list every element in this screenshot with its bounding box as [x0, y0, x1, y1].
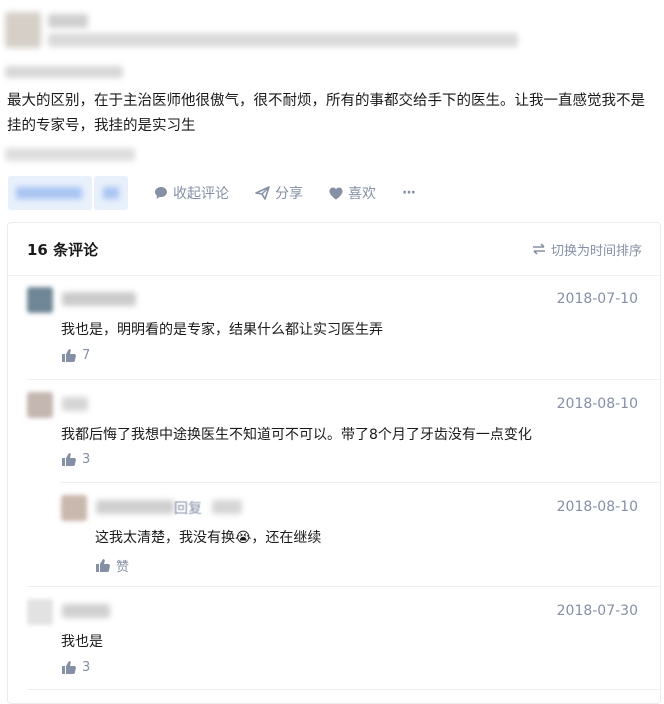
reply-item: 回复 2018-08-10 这我太清楚，我没有换😭，还在继续 赞: [8, 483, 660, 586]
comment-like-label: 赞: [116, 560, 130, 575]
comment-item: 2018-07-10 我也是，明明看的是专家，结果什么都让实习医生弄 7: [8, 275, 660, 379]
like-label: 喜欢: [348, 186, 376, 202]
upvote-summary: [5, 66, 123, 78]
comment-text: 我也是: [61, 634, 103, 650]
comment-date: 2018-07-30: [556, 603, 638, 619]
answer-body: 最大的区别，在于主治医师他很傲气，很不耐烦，所有的事都交给手下的医生。让我一直感…: [7, 93, 645, 134]
reply-username[interactable]: [96, 500, 174, 514]
vote-up-button[interactable]: [8, 176, 92, 210]
comment-date: 2018-08-10: [556, 396, 638, 412]
comment-text: 我也是，明明看的是专家，结果什么都让实习医生弄: [61, 322, 383, 338]
comment-date: 2018-08-10: [556, 499, 638, 515]
comment-username[interactable]: [62, 604, 110, 618]
more-button[interactable]: ···: [402, 185, 416, 201]
reply-word: 回复: [174, 501, 202, 517]
comment-like-count: 7: [82, 348, 91, 363]
sort-by-time-button[interactable]: 切换为时间排序: [532, 240, 642, 259]
avatar[interactable]: [27, 287, 53, 313]
collapse-comments-button[interactable]: 收起评论: [154, 183, 229, 203]
comments-panel: 16 条评论 切换为时间排序 2018-07-10 我也是，明明看的是专家，结果…: [7, 222, 661, 704]
edit-date: [5, 148, 135, 161]
avatar[interactable]: [27, 599, 53, 625]
comments-header: 16 条评论 切换为时间排序: [8, 223, 660, 276]
comment-item: 2018-08-10 我都后悔了我想中途换医生不知道可不可以。带了8个月了牙齿没…: [8, 380, 660, 482]
thumbs-up-icon: [62, 661, 76, 674]
comment-like-count: 3: [82, 452, 91, 467]
answer-actions: 收起评论 分享 喜欢 ···: [8, 175, 416, 211]
avatar[interactable]: [27, 392, 53, 418]
author-avatar[interactable]: [5, 12, 41, 48]
thumbs-up-icon: [62, 453, 76, 466]
sort-label: 切换为时间排序: [550, 243, 642, 259]
heart-icon: [329, 187, 343, 199]
comment-like-button[interactable]: 3: [62, 452, 90, 467]
comment-text: 这我太清楚，我没有换😭，还在继续: [95, 530, 322, 546]
reply-target-username[interactable]: [212, 500, 242, 514]
comment-icon: [155, 187, 167, 199]
share-icon: [255, 186, 270, 200]
collapse-comments-label: 收起评论: [173, 186, 229, 202]
share-button[interactable]: 分享: [255, 183, 303, 203]
thumbs-up-icon: [96, 559, 110, 572]
comment-username[interactable]: [62, 292, 136, 306]
more-icon: ···: [402, 185, 416, 201]
avatar[interactable]: [61, 495, 87, 521]
comment-text: 我都后悔了我想中途换医生不知道可不可以。带了8个月了牙齿没有一点变化: [61, 427, 532, 443]
like-button[interactable]: 喜欢: [329, 183, 376, 203]
thumbs-up-icon: [62, 349, 76, 362]
vote-down-button[interactable]: [94, 176, 128, 210]
comment-like-button[interactable]: 赞: [96, 556, 129, 575]
comment-like-button[interactable]: 7: [62, 348, 90, 363]
comment-divider: [27, 689, 660, 690]
comment-date: 2018-07-10: [556, 291, 638, 307]
comment-item: 2018-07-30 我也是 3: [8, 587, 660, 692]
comment-like-count: 3: [82, 660, 91, 675]
comments-count: 16 条评论: [27, 240, 99, 259]
comment-username[interactable]: [62, 397, 88, 411]
author-headline: [48, 33, 518, 47]
comment-like-button[interactable]: 3: [62, 660, 90, 675]
share-label: 分享: [275, 186, 303, 202]
author-name[interactable]: [48, 14, 88, 28]
swap-icon: [532, 243, 545, 255]
